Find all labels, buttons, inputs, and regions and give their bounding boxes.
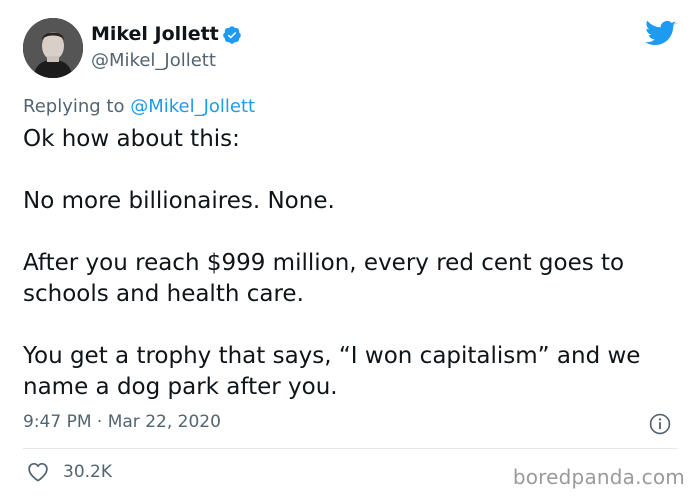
info-icon[interactable] [649,413,671,435]
display-name[interactable]: Mikel Jollett [91,22,219,46]
author-handle[interactable]: @Mikel_Jollett [91,49,216,73]
tweet-text: Ok how about this: No more billionaires.… [23,124,683,434]
divider [23,448,677,449]
like-count: 30.2K [63,462,112,482]
watermark: boredpanda.com [512,465,685,489]
verified-badge-icon [223,26,241,44]
heart-icon[interactable] [27,462,49,482]
tweet-paragraph: You get a trophy that says, “I won capit… [23,343,641,400]
tweet-card: Mikel Jollett @Mikel_Jollett Replying to… [0,0,700,502]
reply-context: Replying to @Mikel_Jollett [23,95,255,119]
twitter-bird-icon[interactable] [645,20,677,48]
reply-mention-link[interactable]: @Mikel_Jollett [130,96,255,117]
tweet-paragraph: Ok how about this: [23,126,240,152]
tweet-paragraph: No more billionaires. None. [23,188,335,214]
avatar[interactable] [23,18,83,78]
reply-prefix: Replying to [23,96,131,117]
tweet-timestamp[interactable]: 9:47 PM · Mar 22, 2020 [23,410,221,434]
tweet-paragraph: After you reach $999 million, every red … [23,250,625,307]
